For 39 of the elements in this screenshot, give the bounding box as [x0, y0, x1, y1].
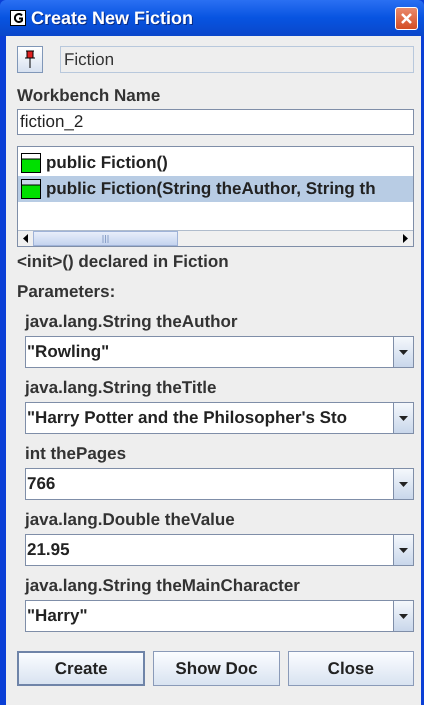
pushpin-icon [25, 50, 35, 69]
scrollbar[interactable] [18, 230, 413, 246]
dialog-button[interactable]: Create [17, 651, 146, 686]
field-label: Workbench Name [17, 86, 162, 106]
section-heading: Parameters: [17, 282, 116, 302]
workbench-name-field[interactable]: fiction_2 [17, 109, 414, 135]
constructor-icon [21, 179, 41, 199]
constructor-item[interactable]: public Fiction() [18, 150, 413, 176]
dropdown-arrow-icon [399, 350, 408, 354]
dialog-button[interactable]: Show Doc [153, 651, 280, 686]
parameter-label: java.lang.String theTitle [25, 378, 218, 398]
dropdown-arrow-icon [399, 548, 408, 552]
parameter-combo[interactable]: "Rowling" [25, 336, 414, 368]
parameter-combo[interactable]: "Harry" [25, 600, 414, 632]
parameter-label: java.lang.String theAuthor [25, 312, 239, 332]
scroll-right-icon [403, 234, 408, 243]
constructor-icon [21, 153, 41, 173]
class-name-field: Fiction [60, 46, 414, 73]
parameter-label: int thePages [25, 444, 128, 464]
parameter-combo[interactable]: 21.95 [25, 534, 414, 566]
dropdown-arrow-icon [399, 416, 408, 420]
parameter-label: java.lang.Double theValue [25, 510, 236, 530]
constructor-description: <init>() declared in Fiction [17, 252, 230, 272]
constructor-signature: public Fiction() [46, 153, 168, 173]
parameter-combo[interactable]: 766 [25, 468, 414, 500]
close-button[interactable] [395, 6, 418, 30]
constructor-item[interactable]: public Fiction(String theAuthor, String th [18, 176, 413, 202]
close-icon [400, 12, 413, 24]
parameter-label: java.lang.String theMainCharacter [25, 576, 301, 596]
app-icon [10, 10, 26, 26]
window-title: Create New Fiction [31, 8, 194, 28]
dropdown-arrow-icon [399, 482, 408, 486]
parameter-combo[interactable]: "Harry Potter and the Philosopher's Sto [25, 402, 414, 434]
grip-icon [102, 234, 109, 242]
dropdown-arrow-icon [399, 614, 408, 618]
scroll-left-icon [23, 234, 28, 243]
pin-button[interactable] [17, 46, 43, 73]
dialog-button[interactable]: Close [288, 651, 414, 686]
constructor-signature: public Fiction(String theAuthor, String th [46, 179, 376, 199]
